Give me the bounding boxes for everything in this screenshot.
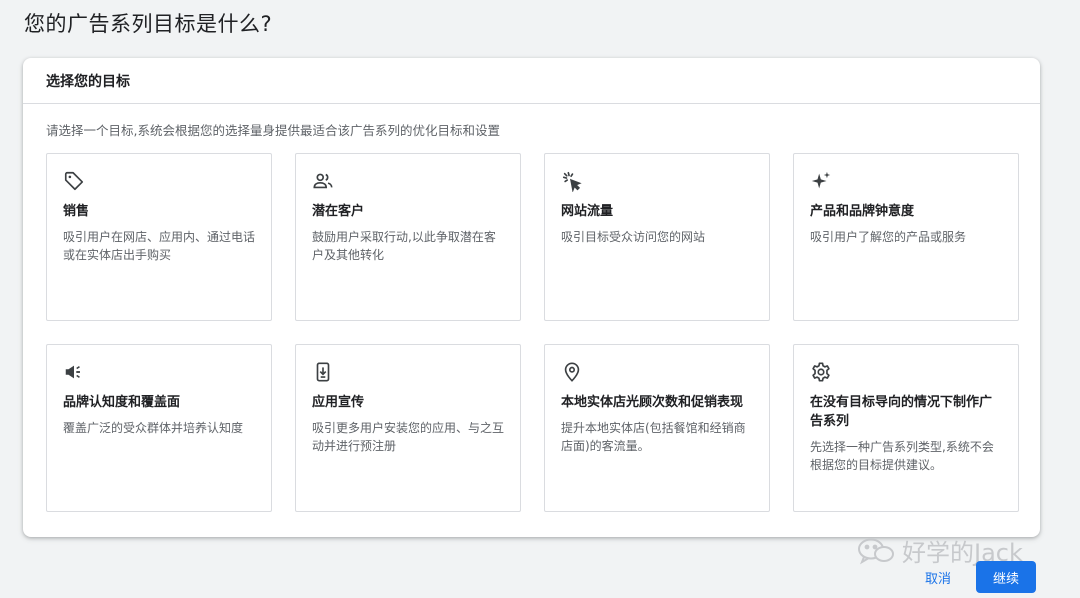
continue-button[interactable]: 继续 [976, 561, 1036, 593]
panel-description: 请选择一个目标,系统会根据您的选择量身提供最适合该广告系列的优化目标和设置 [46, 123, 500, 138]
goal-description: 提升本地实体店(包括餐馆和经销商店面)的客流量。 [561, 421, 746, 453]
goal-title: 品牌认知度和覆盖面 [63, 395, 181, 410]
goal-card-website-traffic[interactable]: 网站流量 吸引目标受众访问您的网站 [544, 153, 770, 321]
goal-title: 在没有目标导向的情况下制作广告系列 [810, 395, 993, 429]
goal-card-local-store-visits[interactable]: 本地实体店光顾次数和促销表现 提升本地实体店(包括餐馆和经销商店面)的客流量。 [544, 344, 770, 512]
goal-title: 销售 [63, 204, 90, 219]
wechat-icon [856, 537, 896, 565]
phone-download-icon [312, 361, 334, 383]
goal-title: 产品和品牌钟意度 [810, 204, 915, 219]
tag-icon [63, 170, 85, 192]
goal-selection-panel: 选择您的目标 请选择一个目标,系统会根据您的选择量身提供最适合该广告系列的优化目… [23, 58, 1040, 537]
goal-card-sales[interactable]: 销售 吸引用户在网店、应用内、通过电话或在实体店出手购买 [46, 153, 272, 321]
goal-grid: 销售 吸引用户在网店、应用内、通过电话或在实体店出手购买 潜在客户 鼓励用户采取… [46, 153, 1019, 512]
megaphone-icon [63, 361, 85, 383]
people-icon [312, 170, 334, 192]
sparkle-icon [810, 170, 832, 192]
page-title: 您的广告系列目标是什么? [24, 12, 273, 36]
goal-description: 鼓励用户采取行动,以此争取潜在客户及其他转化 [312, 230, 496, 262]
goal-description: 吸引目标受众访问您的网站 [561, 230, 706, 244]
goal-title: 网站流量 [561, 204, 614, 219]
goal-description: 覆盖广泛的受众群体并培养认知度 [63, 421, 244, 435]
cancel-button[interactable]: 取消 [916, 562, 960, 592]
goal-card-leads[interactable]: 潜在客户 鼓励用户采取行动,以此争取潜在客户及其他转化 [295, 153, 521, 321]
panel-header: 选择您的目标 [23, 58, 1040, 104]
goal-title: 应用宣传 [312, 395, 365, 410]
cursor-click-icon [561, 170, 583, 192]
goal-card-no-goal[interactable]: 在没有目标导向的情况下制作广告系列 先选择一种广告系列类型,系统不会根据您的目标… [793, 344, 1019, 512]
goal-description: 先选择一种广告系列类型,系统不会根据您的目标提供建议。 [810, 440, 994, 472]
location-pin-icon [561, 361, 583, 383]
goal-card-brand-consideration[interactable]: 产品和品牌钟意度 吸引用户了解您的产品或服务 [793, 153, 1019, 321]
goal-description: 吸引用户在网店、应用内、通过电话或在实体店出手购买 [63, 230, 256, 262]
goal-title: 潜在客户 [312, 204, 365, 219]
goal-description: 吸引更多用户安装您的应用、与之互动并进行预注册 [312, 421, 505, 453]
goal-card-app-promotion[interactable]: 应用宣传 吸引更多用户安装您的应用、与之互动并进行预注册 [295, 344, 521, 512]
goal-description: 吸引用户了解您的产品或服务 [810, 230, 967, 244]
goal-card-brand-awareness[interactable]: 品牌认知度和覆盖面 覆盖广泛的受众群体并培养认知度 [46, 344, 272, 512]
gear-icon [810, 361, 832, 383]
goal-title: 本地实体店光顾次数和促销表现 [561, 395, 744, 410]
